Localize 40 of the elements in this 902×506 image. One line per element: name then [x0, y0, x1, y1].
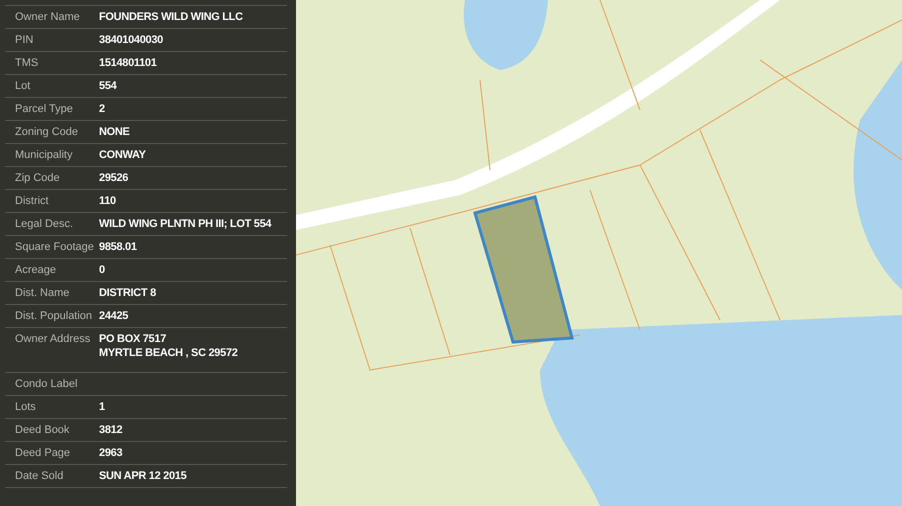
- field-label: Lot: [14, 79, 32, 93]
- field-value: 0: [99, 263, 105, 277]
- field-value: 24425: [99, 309, 128, 323]
- field-value: 1514801101: [99, 56, 157, 70]
- field-value: 9858.01: [99, 240, 137, 254]
- field-label: Acreage: [14, 263, 57, 277]
- field-label: Dist. Name: [14, 286, 70, 300]
- field-value: CONWAY: [99, 148, 146, 162]
- field-label: Parcel Type: [14, 102, 74, 116]
- field-value: 2963: [99, 446, 122, 460]
- field-value: FOUNDERS WILD WING LLC: [99, 10, 243, 24]
- field-value: 38401040030: [99, 33, 163, 47]
- field-label: Square Footage: [14, 240, 95, 254]
- field-label: Owner Address: [14, 332, 92, 346]
- field-label: Zip Code: [14, 171, 61, 185]
- field-value: PO BOX 7517: [99, 332, 168, 346]
- field-value: 110: [99, 194, 116, 208]
- field-label: District: [14, 194, 50, 208]
- field-label: Zoning Code: [14, 125, 79, 139]
- field-value: NONE: [99, 125, 130, 139]
- field-label: Municipality: [14, 148, 74, 162]
- field-value: SUN APR 12 2015: [99, 469, 186, 483]
- field-label: TMS: [14, 56, 40, 70]
- field-label: Date Sold: [14, 469, 64, 483]
- field-label: Deed Page: [14, 446, 72, 460]
- field-value: 1: [99, 400, 105, 414]
- field-label: Dist. Population: [14, 309, 94, 323]
- field-value: WILD WING PLNTN PH III; LOT 554: [99, 217, 272, 231]
- field-label: Lots: [14, 400, 37, 414]
- field-label: Deed Book: [14, 423, 70, 437]
- field-value: 554: [99, 79, 116, 93]
- field-label: Owner Name: [14, 10, 81, 24]
- field-value: MYRTLE BEACH , SC 29572: [99, 346, 238, 360]
- field-value: 29526: [99, 171, 128, 185]
- field-label: Legal Desc.: [14, 217, 74, 231]
- field-value: 3812: [99, 423, 122, 437]
- field-value: DISTRICT 8: [99, 286, 156, 300]
- field-label: PIN: [14, 33, 34, 47]
- field-label: Condo Label: [14, 377, 78, 391]
- field-value: 2: [99, 102, 105, 116]
